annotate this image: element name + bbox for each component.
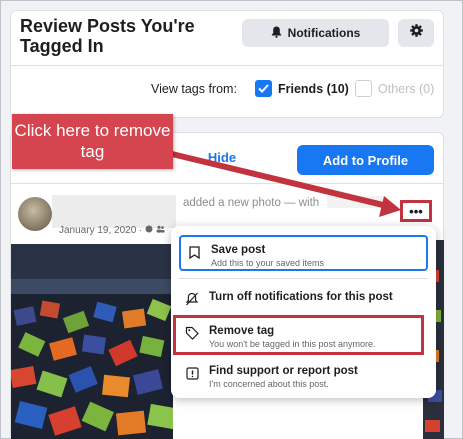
post-activity-text: added a new photo — with [183,197,320,209]
add-to-profile-button[interactable]: Add to Profile [297,145,434,175]
view-tags-label: View tags from: [151,82,237,96]
friends-audience-icon [156,225,165,236]
post-options-menu: Save post Add this to your saved items T… [171,226,436,398]
post-photo[interactable] [11,244,173,439]
turn-off-notifications-title: Turn off notifications for this post [209,291,393,303]
menu-item-turn-off-notifications[interactable]: Turn off notifications for this post [179,284,428,312]
menu-item-text: Save post Add this to your saved items [211,243,324,269]
menu-item-find-support[interactable]: Find support or report post I'm concerne… [179,358,428,396]
find-support-title: Find support or report post [209,365,358,377]
bell-off-icon [185,292,199,306]
others-checkbox[interactable] [355,80,372,97]
menu-divider [179,278,428,279]
post-date[interactable]: January 19, 2020 · [59,225,165,236]
settings-button[interactable] [398,19,434,47]
menu-item-save-post[interactable]: Save post Add this to your saved items [179,235,428,271]
redacted-tagged-names [327,196,385,208]
save-post-subtitle: Add this to your saved items [211,258,325,268]
more-options-button[interactable]: ••• [400,200,432,222]
menu-item-text: Turn off notifications for this post [209,290,393,304]
friends-label[interactable]: Friends (10) [278,82,349,96]
avatar[interactable] [18,197,52,231]
notifications-button[interactable]: Notifications [242,19,389,47]
find-support-subtitle: I'm concerned about this post. [209,379,329,389]
page-title: Review Posts You're Tagged In [20,16,195,56]
instruction-callout: Click here to remove tag [12,114,173,169]
menu-item-text: Find support or report post I'm concerne… [209,364,358,390]
hide-button[interactable]: Hide [190,150,254,170]
gear-icon [409,24,423,42]
bookmark-icon [187,245,201,259]
redacted-name [52,195,176,228]
notifications-label: Notifications [287,26,361,40]
friends-checkbox[interactable] [255,80,272,97]
report-icon [185,366,199,380]
bell-icon [271,26,282,41]
post-date-text: January 19, 2020 · [59,225,143,236]
globe-icon [145,225,156,236]
save-post-title: Save post [211,244,266,256]
post-divider [10,183,444,184]
header-divider [10,65,444,66]
remove-tag-highlight-box [173,315,424,355]
others-label[interactable]: Others (0) [378,82,434,96]
